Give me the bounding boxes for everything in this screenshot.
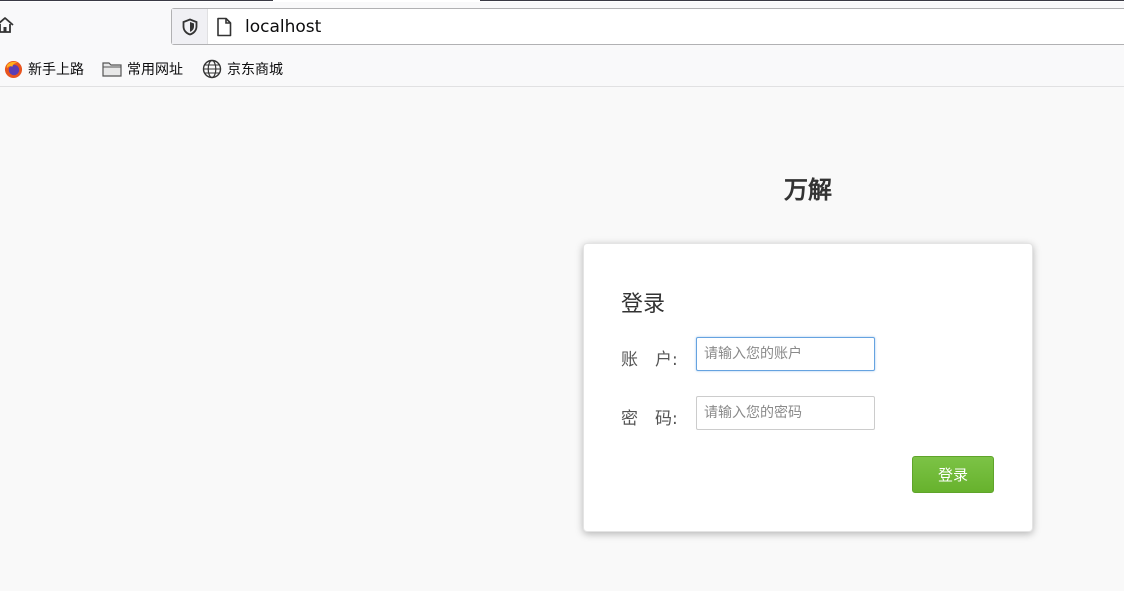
page-content: 万解 登录 账 户: 密 码: 登录 bbox=[0, 88, 1124, 591]
globe-icon bbox=[202, 59, 222, 79]
address-bar[interactable]: localhost bbox=[171, 8, 1124, 45]
login-card: 登录 账 户: 密 码: 登录 bbox=[583, 243, 1033, 532]
bookmark-label: 新手上路 bbox=[28, 62, 84, 78]
home-icon[interactable] bbox=[0, 14, 16, 36]
site-title: 万解 bbox=[784, 176, 832, 204]
login-title: 登录 bbox=[621, 292, 666, 317]
password-input[interactable] bbox=[696, 396, 875, 430]
login-button[interactable]: 登录 bbox=[912, 456, 994, 493]
bookmark-label: 京东商城 bbox=[227, 62, 283, 78]
account-input[interactable] bbox=[696, 337, 875, 371]
bookmark-getting-started[interactable]: 新手上路 bbox=[3, 58, 84, 80]
tracking-protection-icon[interactable] bbox=[172, 9, 208, 44]
bookmarks-toolbar: 新手上路 常用网址 京东商城 bbox=[0, 51, 1124, 87]
folder-icon bbox=[102, 59, 122, 79]
password-label: 密 码: bbox=[621, 409, 678, 429]
bookmark-jd-mall[interactable]: 京东商城 bbox=[202, 58, 283, 80]
bookmark-common-sites[interactable]: 常用网址 bbox=[102, 58, 183, 80]
bookmark-label: 常用网址 bbox=[127, 62, 183, 78]
firefox-icon bbox=[3, 59, 23, 79]
account-label: 账 户: bbox=[621, 350, 678, 370]
url-text[interactable]: localhost bbox=[245, 17, 321, 37]
page-info-icon[interactable] bbox=[214, 16, 234, 38]
navigation-toolbar: localhost bbox=[0, 2, 1124, 51]
